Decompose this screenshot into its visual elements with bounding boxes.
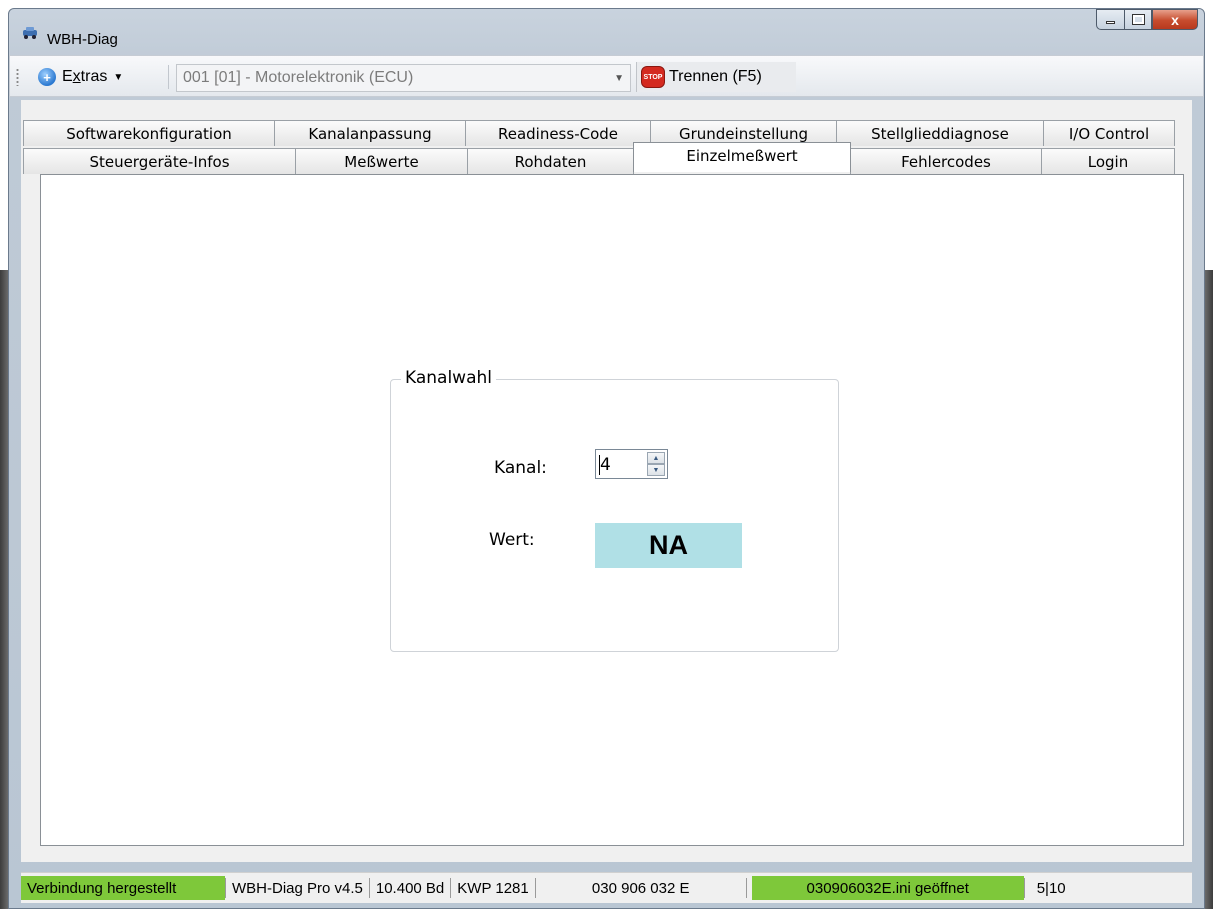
minimize-button[interactable]: [1096, 9, 1124, 30]
window-title: WBH-Diag: [47, 31, 118, 48]
close-button[interactable]: x: [1152, 9, 1198, 30]
tab-row-top: Softwarekonfiguration Kanalanpassung Rea…: [23, 120, 1175, 146]
maximize-button[interactable]: [1124, 9, 1152, 30]
stop-icon: STOP: [641, 66, 665, 88]
kanal-spinner[interactable]: 4 ▲ ▼: [595, 449, 668, 479]
toolbar: + Extras ▼ 001 [01] - Motorelektronik (E…: [9, 55, 1204, 97]
shield-plus-icon: +: [38, 68, 56, 86]
spinner-down-icon[interactable]: ▼: [647, 464, 665, 476]
status-divider: [745, 878, 747, 898]
disconnect-label: Trennen (F5): [669, 68, 762, 85]
tab-row-bottom: Steuergeräte-Infos Meßwerte Rohdaten Ein…: [23, 142, 1175, 174]
toolbar-grip-icon[interactable]: [16, 68, 19, 86]
tab-io-control[interactable]: I/O Control: [1043, 120, 1175, 146]
toolbar-separator: [168, 65, 169, 89]
title-bar[interactable]: WBH-Diag x: [9, 9, 1204, 55]
module-select-value: 001 [01] - Motorelektronik (ECU): [183, 69, 414, 86]
tab-messwerte[interactable]: Meßwerte: [295, 148, 468, 174]
kanal-input[interactable]: 4: [600, 455, 611, 475]
maximize-icon: [1131, 14, 1145, 25]
status-protocol: KWP 1281: [457, 879, 529, 897]
extras-menu-button[interactable]: + Extras ▼: [38, 64, 123, 90]
spinner-up-icon[interactable]: ▲: [647, 452, 665, 464]
status-connection: Verbindung hergestellt: [21, 876, 225, 900]
close-icon: x: [1171, 11, 1179, 28]
tab-steuergeraete-infos[interactable]: Steuergeräte-Infos: [23, 148, 296, 174]
kanalwahl-groupbox: Kanalwahl Kanal: 4 ▲ ▼ Wert: NA: [390, 368, 839, 652]
tab-kanalanpassung[interactable]: Kanalanpassung: [274, 120, 466, 146]
wert-label: Wert:: [489, 530, 535, 550]
chevron-down-icon: ▼: [113, 71, 124, 83]
desktop-background-right: [1205, 270, 1213, 909]
module-select[interactable]: 001 [01] - Motorelektronik (ECU) ▼: [176, 64, 631, 92]
spinner-buttons: ▲ ▼: [647, 452, 665, 476]
tab-login[interactable]: Login: [1041, 148, 1175, 174]
tab-softwarekonfiguration[interactable]: Softwarekonfiguration: [23, 120, 275, 146]
extras-label: Extras: [62, 68, 108, 85]
minimize-icon: [1106, 21, 1115, 24]
tab-fehlercodes[interactable]: Fehlercodes: [850, 148, 1042, 174]
status-version: WBH-Diag Pro v4.5: [232, 879, 363, 897]
status-part-number: 030 906 032 E: [591, 879, 690, 897]
tab-readiness-code[interactable]: Readiness-Code: [465, 120, 651, 146]
status-ini-file: 030906032E.ini geöffnet: [751, 876, 1024, 900]
dropdown-arrow-icon[interactable]: ▼: [614, 73, 624, 84]
kanal-label: Kanal:: [494, 458, 547, 478]
tab-einzelmesswert[interactable]: Einzelmeßwert: [633, 142, 851, 172]
status-counter: 5|10: [1036, 879, 1066, 897]
tab-panel-einzelmesswert: Kanalwahl Kanal: 4 ▲ ▼ Wert: NA: [40, 174, 1184, 846]
wert-value-display: NA: [595, 523, 742, 568]
disconnect-button[interactable]: STOP Trennen (F5): [636, 62, 796, 92]
car-icon: [23, 27, 37, 39]
window-controls: x: [1096, 9, 1198, 30]
tab-rohdaten[interactable]: Rohdaten: [467, 148, 634, 174]
status-baud: 10.400 Bd: [375, 879, 445, 897]
desktop-background-left: [0, 270, 8, 909]
groupbox-title: Kanalwahl: [401, 368, 497, 388]
status-bar: Verbindung hergestellt WBH-Diag Pro v4.5…: [21, 872, 1192, 903]
tab-stellglieddiagnose[interactable]: Stellglieddiagnose: [836, 120, 1044, 146]
